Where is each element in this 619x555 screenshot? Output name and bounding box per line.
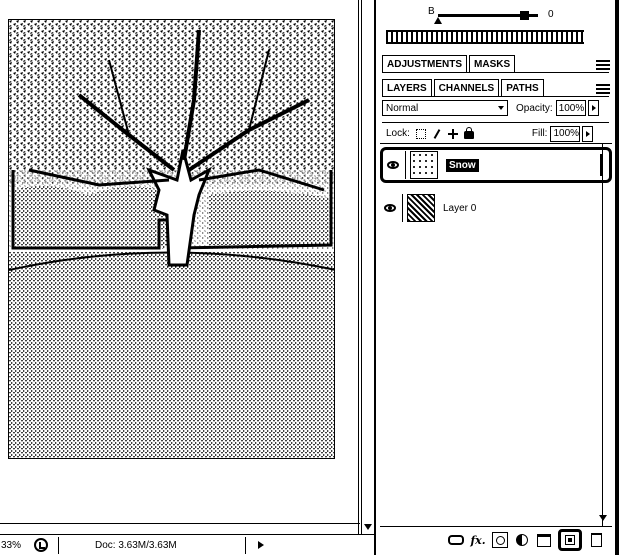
blend-options-row: Normal Opacity: 100% — [382, 98, 609, 118]
panel-menu-icon[interactable] — [596, 60, 610, 70]
chevron-down-icon — [498, 106, 504, 110]
curves-adjustment-area: B 0 — [382, 0, 612, 50]
fill-field[interactable]: 100% — [550, 125, 581, 142]
curve-graph[interactable] — [386, 30, 584, 44]
layer-name[interactable]: Snow — [446, 158, 479, 172]
eye-icon[interactable] — [387, 161, 399, 169]
panel-menu-icon[interactable] — [596, 84, 610, 94]
eye-icon[interactable] — [384, 204, 396, 212]
scroll-down-arrow-icon[interactable] — [599, 515, 607, 521]
trash-icon[interactable] — [588, 532, 604, 548]
status-divider — [245, 536, 246, 554]
fx-icon[interactable]: fx. — [470, 532, 486, 548]
layers-list: Snow Layer 0 — [380, 143, 612, 526]
divider — [405, 151, 406, 179]
tab-paths[interactable]: PATHS — [501, 79, 544, 96]
fill-slider-button[interactable] — [582, 125, 594, 142]
tab-adjustments[interactable]: ADJUSTMENTS — [382, 55, 468, 72]
new-layer-button[interactable] — [558, 529, 582, 551]
channel-label: B — [428, 6, 435, 17]
curves-slider-handle-icon[interactable] — [434, 17, 442, 24]
blend-mode-value: Normal — [386, 102, 419, 114]
opacity-field[interactable]: 100% — [555, 100, 586, 116]
curves-slider-knob[interactable] — [520, 11, 529, 20]
mask-icon[interactable] — [492, 532, 508, 548]
zoom-level[interactable]: 33% — [0, 540, 30, 551]
adjustment-icon[interactable] — [514, 532, 530, 548]
lock-transparent-icon[interactable] — [415, 128, 426, 139]
canvas-bottom-edge — [0, 523, 360, 524]
status-bar: 33% Doc: 3.63M/3.63M — [0, 534, 374, 555]
status-info-icon[interactable] — [34, 538, 48, 552]
lock-move-icon[interactable] — [447, 128, 458, 139]
divider — [402, 194, 403, 222]
panel-scrollbar[interactable] — [602, 143, 603, 526]
lock-all-icon[interactable] — [463, 127, 474, 139]
status-divider — [58, 536, 59, 554]
layers-footer-toolbar: fx. — [380, 526, 612, 553]
new-layer-icon — [565, 535, 575, 545]
opacity-slider-button[interactable] — [587, 100, 599, 116]
layers-panel: B 0 ADJUSTMENTS MASKS LAYERS CHANNELS PA… — [374, 0, 619, 555]
layer-thumbnail[interactable] — [407, 194, 435, 222]
layer-name[interactable]: Layer 0 — [443, 203, 476, 214]
layer-row-layer-0[interactable]: Layer 0 — [380, 190, 612, 226]
adjustments-tab-row: ADJUSTMENTS MASKS — [382, 55, 609, 73]
tab-layers[interactable]: LAYERS — [382, 79, 432, 96]
scroll-down-arrow-icon[interactable] — [364, 524, 372, 530]
opacity-label: Opacity: — [516, 102, 553, 114]
canvas-vertical-scrollbar[interactable] — [361, 0, 373, 534]
panel-edge — [615, 0, 619, 555]
canvas-divider — [358, 0, 359, 534]
lock-brush-icon[interactable] — [432, 129, 442, 139]
document-canvas-area[interactable] — [0, 0, 374, 534]
document-size: Doc: 3.63M/3.63M — [95, 539, 177, 551]
lock-row: Lock: Fill: 100% — [382, 122, 609, 142]
blend-mode-select[interactable]: Normal — [382, 100, 508, 116]
curves-value: 0 — [548, 9, 554, 20]
link-layers-icon[interactable] — [448, 532, 464, 548]
layers-tab-row: LAYERS CHANNELS PATHS — [382, 79, 609, 97]
tree-photo-artwork — [9, 20, 334, 458]
lock-label: Lock: — [386, 128, 410, 139]
tab-channels[interactable]: CHANNELS — [433, 79, 500, 96]
layer-row-snow[interactable]: Snow — [380, 147, 612, 183]
layer-thumbnail[interactable] — [410, 151, 438, 179]
group-icon[interactable] — [536, 532, 552, 548]
tab-masks[interactable]: MASKS — [469, 55, 516, 72]
status-menu-arrow-icon[interactable] — [258, 541, 264, 549]
fill-label: Fill: — [531, 128, 548, 139]
document-image[interactable] — [8, 19, 335, 459]
